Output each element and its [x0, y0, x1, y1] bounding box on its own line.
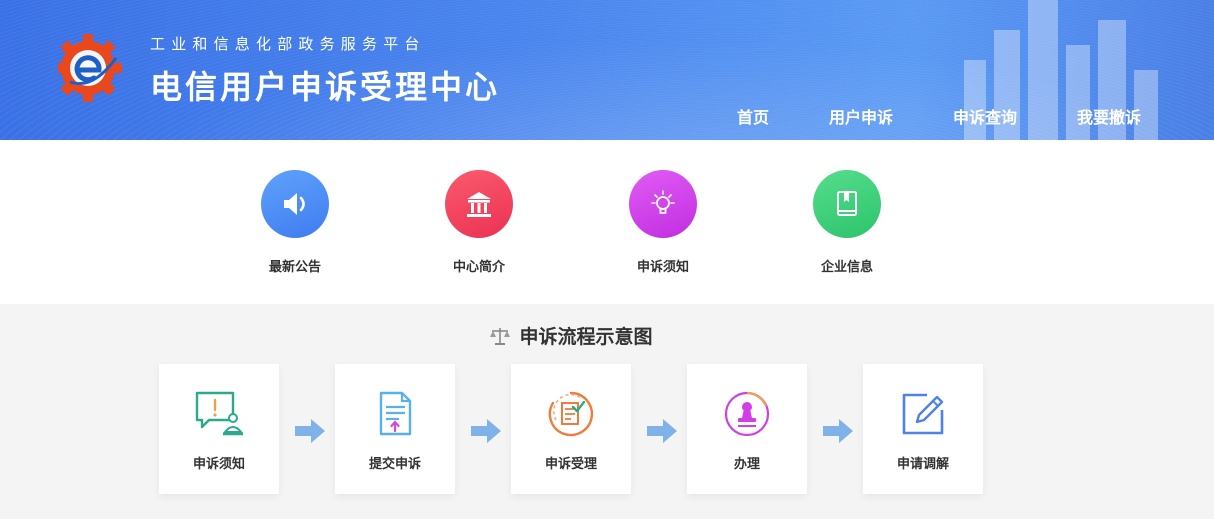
process-step-label: 办理 [733, 457, 760, 472]
quick-link-announcements[interactable]: 最新公告 [235, 170, 355, 275]
platform-subtitle: 工业和信息化部政务服务平台 [150, 35, 426, 53]
edit-pen-icon [902, 393, 944, 435]
quick-link-label: 申诉须知 [636, 260, 689, 275]
process-title-text: 申诉流程示意图 [519, 326, 653, 348]
quick-link-complaint-notice[interactable]: 申诉须知 [603, 170, 723, 275]
process-step-label: 申诉须知 [192, 457, 245, 472]
process-step-accept[interactable]: 申诉受理 [511, 364, 631, 494]
nav-user-complaint[interactable]: 用户申诉 [829, 104, 893, 128]
process-step-label: 申诉受理 [544, 457, 597, 472]
site-title: 电信用户申诉受理中心 [150, 68, 501, 106]
nav-home[interactable]: 首页 [737, 104, 769, 128]
process-step-handle[interactable]: 办理 [687, 364, 807, 494]
right-arrow-icon [823, 419, 853, 443]
process-step-label: 提交申诉 [368, 457, 421, 472]
notice-chat-icon [195, 391, 244, 436]
speaker-icon [261, 170, 329, 238]
process-step-notice[interactable]: 申诉须知 [159, 364, 279, 494]
process-section-title: 申诉流程示意图 [0, 322, 1142, 349]
site-header: 工业和信息化部政务服务平台 电信用户申诉受理中心 首页 用户申诉 申诉查询 我要… [0, 0, 1214, 140]
stamp-icon [724, 391, 770, 437]
process-step-mediation[interactable]: 申请调解 [863, 364, 983, 494]
quick-link-enterprise-info[interactable]: 企业信息 [787, 170, 907, 275]
process-step-label: 申请调解 [896, 457, 949, 472]
book-icon [813, 170, 881, 238]
quick-link-center-intro[interactable]: 中心简介 [419, 170, 539, 275]
nav-complaint-query[interactable]: 申诉查询 [953, 104, 1017, 128]
right-arrow-icon [647, 419, 677, 443]
quick-links-section: 最新公告 中心简介 申诉须知 企业信息 [0, 140, 1214, 304]
nav-withdraw-complaint[interactable]: 我要撤诉 [1077, 104, 1141, 128]
quick-link-label: 企业信息 [820, 260, 873, 275]
right-arrow-icon [295, 419, 325, 443]
upload-document-icon [379, 391, 412, 436]
scale-icon [490, 328, 511, 345]
quick-link-label: 中心简介 [452, 260, 505, 275]
building-icon [445, 170, 513, 238]
process-step-submit[interactable]: 提交申诉 [335, 364, 455, 494]
lightbulb-icon [629, 170, 697, 238]
accept-document-icon [548, 391, 594, 437]
right-arrow-icon [471, 419, 501, 443]
gear-e-logo-icon [58, 34, 122, 102]
quick-link-label: 最新公告 [268, 260, 321, 275]
